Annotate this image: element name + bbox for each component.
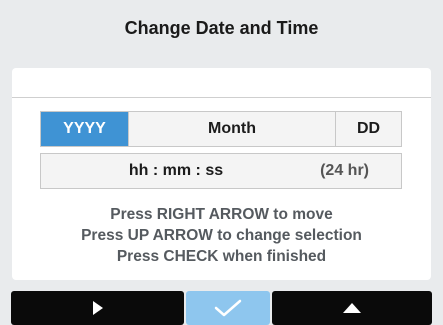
instruction-line: Press CHECK when finished bbox=[116, 248, 327, 265]
panel-divider bbox=[12, 97, 431, 98]
time-field[interactable]: hh : mm : ss bbox=[41, 154, 311, 188]
date-row: YYYY Month DD bbox=[40, 111, 402, 147]
right-arrow-icon bbox=[92, 301, 103, 315]
instruction-line: Press RIGHT ARROW to move bbox=[110, 206, 333, 223]
instruction-line: Press UP ARROW to change selection bbox=[81, 227, 362, 244]
month-field[interactable]: Month bbox=[129, 112, 336, 146]
instructions: Press RIGHT ARROW to move Press UP ARROW… bbox=[12, 204, 431, 267]
day-field[interactable]: DD bbox=[336, 112, 401, 146]
up-arrow-button[interactable] bbox=[272, 291, 432, 325]
year-field[interactable]: YYYY bbox=[41, 112, 129, 146]
check-button[interactable] bbox=[186, 291, 270, 325]
page-title: Change Date and Time bbox=[124, 17, 319, 38]
time-format-label: (24 hr) bbox=[320, 162, 369, 179]
check-icon bbox=[214, 299, 242, 317]
time-row[interactable]: hh : mm : ss (24 hr) bbox=[40, 153, 402, 189]
up-arrow-icon bbox=[343, 303, 361, 313]
right-arrow-button[interactable] bbox=[11, 291, 184, 325]
footer-bar bbox=[0, 291, 443, 325]
